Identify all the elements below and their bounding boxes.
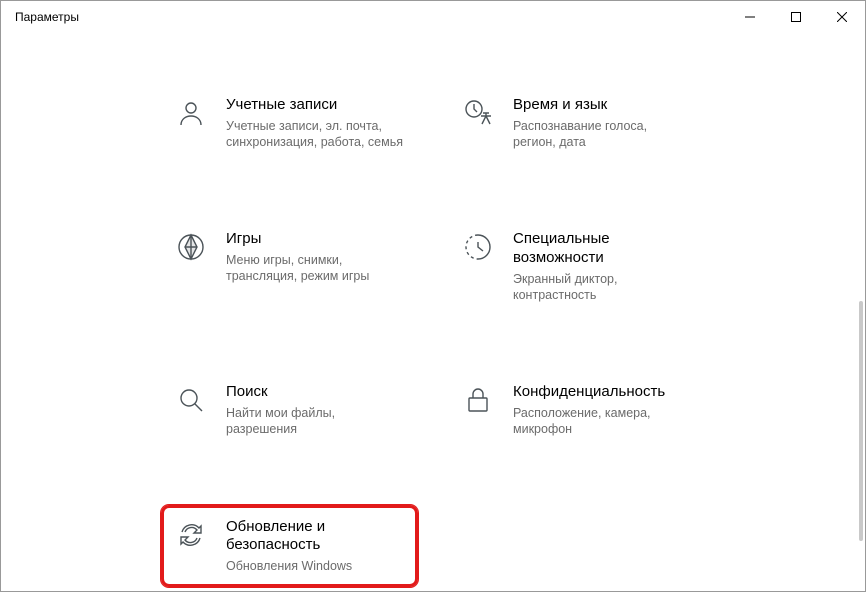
- gaming-icon: [174, 230, 208, 262]
- tile-desc: Распознавание голоса, регион, дата: [513, 118, 692, 151]
- tile-title: Время и язык: [513, 96, 692, 115]
- tile-ease-of-access[interactable]: Специальные возможности Экранный диктор,…: [448, 217, 705, 316]
- tile-title: Специальные возможности: [513, 230, 692, 268]
- tile-title: Учетные записи: [226, 96, 405, 115]
- maximize-icon: [791, 12, 801, 22]
- tile-desc: Экранный диктор, контрастность: [513, 271, 692, 304]
- window-controls: [727, 1, 865, 33]
- close-button[interactable]: [819, 1, 865, 33]
- tile-desc: Обновления Windows: [226, 558, 405, 574]
- tile-time-language[interactable]: Время и язык Распознавание голоса, регио…: [448, 83, 705, 163]
- privacy-icon: [461, 383, 495, 415]
- time-language-icon: [461, 96, 495, 128]
- tile-accounts[interactable]: Учетные записи Учетные записи, эл. почта…: [161, 83, 418, 163]
- tile-update-security[interactable]: Обновление и безопасность Обновления Win…: [161, 505, 418, 588]
- settings-grid-area: Учетные записи Учетные записи, эл. почта…: [1, 33, 865, 607]
- window-title: Параметры: [15, 10, 79, 24]
- scrollbar[interactable]: [859, 301, 863, 541]
- minimize-icon: [745, 12, 755, 22]
- tile-desc: Найти мои файлы, разрешения: [226, 405, 405, 438]
- tile-desc: Расположение, камера, микрофон: [513, 405, 692, 438]
- update-icon: [174, 518, 208, 550]
- minimize-button[interactable]: [727, 1, 773, 33]
- search-icon: [174, 383, 208, 415]
- tile-desc: Учетные записи, эл. почта, синхронизация…: [226, 118, 405, 151]
- close-icon: [837, 12, 847, 22]
- tile-gaming[interactable]: Игры Меню игры, снимки, трансляция, режи…: [161, 217, 418, 316]
- tile-title: Обновление и безопасность: [226, 518, 405, 556]
- tile-title: Игры: [226, 230, 405, 249]
- maximize-button[interactable]: [773, 1, 819, 33]
- accounts-icon: [174, 96, 208, 128]
- tile-desc: Меню игры, снимки, трансляция, режим игр…: [226, 252, 405, 285]
- tile-title: Поиск: [226, 383, 405, 402]
- tile-privacy[interactable]: Конфиденциальность Расположение, камера,…: [448, 370, 705, 450]
- tile-search[interactable]: Поиск Найти мои файлы, разрешения: [161, 370, 418, 450]
- tile-title: Конфиденциальность: [513, 383, 692, 402]
- ease-of-access-icon: [461, 230, 495, 262]
